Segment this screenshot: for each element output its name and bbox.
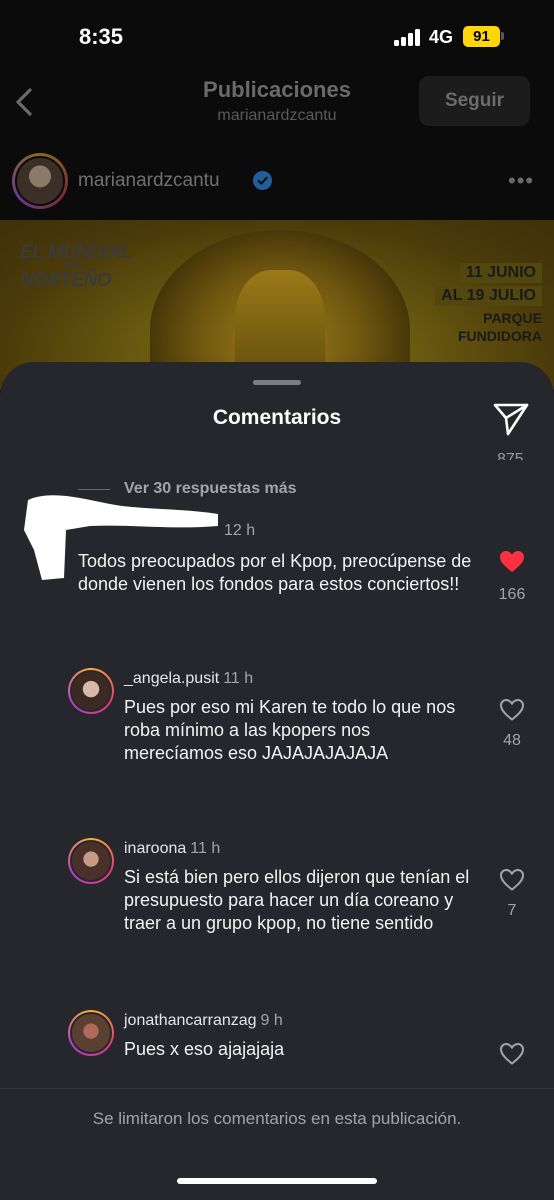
reply-text: Si está bien pero ellos dijeron que tení… [124, 867, 470, 933]
sheet-title: Comentarios [212, 406, 342, 429]
post-author-avatar[interactable] [12, 153, 68, 209]
redaction-mark [24, 495, 218, 580]
reply-text: Pues x eso ajajajaja [124, 1039, 285, 1059]
reply-time: 11 h [190, 840, 221, 857]
follow-button[interactable]: Seguir [419, 76, 530, 126]
post-author-username[interactable]: marianardzcantu [78, 170, 220, 192]
reply-username[interactable]: _angela.pusit [124, 670, 219, 687]
reply-avatar[interactable] [68, 1010, 114, 1056]
reply-avatar[interactable] [68, 668, 114, 714]
battery-icon: 91 [463, 26, 500, 47]
event-logo: EL MUNDIAL MÁS NORTEÑO [20, 242, 132, 292]
reply-meta: _angela.pusit 11 h [124, 670, 253, 688]
heart-outline-icon[interactable] [499, 698, 525, 722]
reply-username[interactable]: jonathancarranzag [124, 1012, 257, 1029]
sheet-grabber[interactable] [253, 380, 301, 385]
reply-avatar[interactable] [68, 838, 114, 884]
comments-limited-notice: Se limitaron los comentarios en esta pub… [0, 1088, 554, 1200]
network-type: 4G [429, 27, 454, 47]
heart-filled-icon[interactable] [499, 550, 525, 574]
heart-outline-icon[interactable] [499, 868, 525, 892]
previous-like-count: 875 [497, 451, 524, 460]
battery-tip [501, 32, 504, 40]
date-line-2: AL 19 JULIO [435, 286, 542, 306]
reply-like-count: 7 [507, 902, 517, 919]
reply-like-count: 48 [503, 732, 521, 749]
verified-badge-icon [253, 171, 272, 190]
signal-icon [394, 29, 422, 46]
home-indicator[interactable] [177, 1178, 377, 1184]
header: Publicaciones marianardzcantu Seguir [0, 74, 554, 142]
more-options-icon[interactable]: ••• [508, 168, 534, 194]
post-header: marianardzcantu ••• [0, 150, 554, 216]
comment-time: 12 h [224, 522, 256, 539]
reply-username[interactable]: inaroona [124, 840, 186, 857]
comments-sheet: Comentarios 875 Ver 30 respuestas más 12… [0, 362, 554, 1200]
reply-text: Pues por eso mi Karen te todo lo que nos… [124, 697, 456, 763]
reply-time: 11 h [223, 670, 254, 687]
venue-line-2: FUNDIDORA [458, 328, 542, 344]
event-dates: 11 JUNIO AL 19 JULIO PARQUE FUNDIDORA [435, 263, 542, 345]
limit-notice-text: Se limitaron los comentarios en esta pub… [92, 1109, 462, 1128]
date-line-1: 11 JUNIO [459, 263, 542, 283]
comment-like-count: 166 [498, 586, 526, 603]
venue-line-1: PARQUE [483, 310, 542, 326]
status-bar: 8:35 4G 91 [0, 0, 554, 74]
reply-time: 9 h [260, 1012, 283, 1029]
reply-meta: inaroona 11 h [124, 840, 220, 858]
reply-meta: jonathancarranzag 9 h [124, 1012, 283, 1030]
heart-outline-icon[interactable] [499, 1042, 525, 1066]
share-icon[interactable] [492, 401, 530, 437]
status-time: 8:35 [79, 24, 124, 49]
logo-line-2: NORTEÑO [20, 270, 112, 291]
